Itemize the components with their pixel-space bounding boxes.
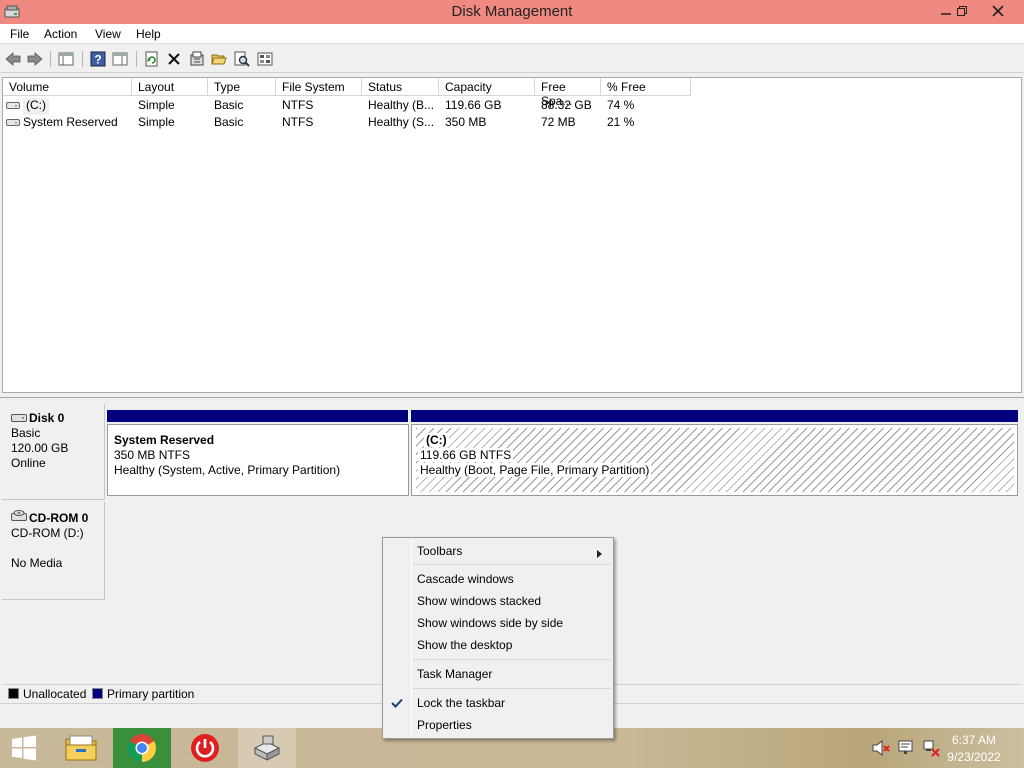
column-header-percent-free[interactable]: % Free [601,78,691,96]
menu-item-cascade-windows[interactable]: Cascade windows [385,568,611,590]
cdrom-0-drive: CD-ROM (D:) [11,526,84,540]
volume-capacity: 350 MB [445,115,487,129]
table-row[interactable]: System Reserved Simple Basic NTFS Health… [3,114,1021,131]
submenu-arrow-icon [597,547,602,561]
volume-capacity: 119.66 GB [445,98,502,112]
clock-time[interactable]: 6:37 AM [940,733,1008,747]
delete-icon[interactable] [164,49,184,69]
open-icon[interactable] [209,49,229,69]
volume-file-system: NTFS [282,98,314,112]
volume-name: System Reserved [23,115,118,129]
clock-date[interactable]: 9/23/2022 [940,750,1008,764]
menu-action[interactable]: Action [44,27,77,41]
partition-c[interactable]: (C:) 119.66 GB NTFS Healthy (Boot, Page … [411,424,1018,496]
file-explorer-icon[interactable] [52,728,110,768]
export-icon[interactable] [255,49,275,69]
menu-view[interactable]: View [95,27,121,41]
toolbar: ? [0,45,1024,73]
volume-percent-free: 74 % [607,98,635,112]
volume-type: Basic [214,98,244,112]
menu-item-task-manager[interactable]: Task Manager [385,663,611,685]
partition-system-reserved[interactable]: System Reserved 350 MB NTFS Healthy (Sys… [107,424,409,496]
column-header-volume[interactable]: Volume [3,78,132,96]
taskbar-context-menu: Toolbars Cascade windows Show windows st… [382,537,614,739]
column-header-free-space[interactable]: Free Spa... [535,78,601,108]
refresh-icon[interactable] [142,49,162,69]
disk-management-icon[interactable] [238,728,296,768]
partition-bar-system-reserved [107,410,408,422]
restore-button[interactable] [946,0,978,22]
volume-layout: Simple [138,98,175,112]
volume-free-space: 88.32 GB [541,98,592,112]
menu-item-lock-the-taskbar[interactable]: Lock the taskbar [385,692,611,714]
disk-0-name: Disk 0 [29,411,65,425]
volume-name: (C:) [23,98,49,115]
network-disconnected-icon[interactable] [922,739,940,760]
menu-file[interactable]: File [10,27,29,41]
column-header-layout[interactable]: Layout [132,78,208,96]
volume-file-system: NTFS [282,115,314,129]
column-header-status[interactable]: Status [362,78,439,96]
window-title: Disk Management [451,3,573,20]
legend-swatch-unallocated [8,688,19,699]
forward-icon[interactable] [25,49,45,69]
table-row[interactable]: (C:) Simple Basic NTFS Healthy (B... 119… [3,97,1021,115]
close-button[interactable] [982,0,1014,22]
column-header-file-system[interactable]: File System [276,78,362,96]
search-icon[interactable] [232,49,252,69]
back-icon[interactable] [3,49,23,69]
cdrom-0-name: CD-ROM 0 [29,511,89,525]
properties-icon[interactable] [187,49,207,69]
title-bar: Disk Management [0,0,1024,24]
cdrom-0-label[interactable]: CD-ROM 0 CD-ROM (D:) No Media [2,502,105,600]
legend-unallocated: Unallocated [23,687,87,701]
power-icon[interactable] [176,728,234,768]
partition-status: Healthy (System, Active, Primary Partiti… [114,463,341,477]
chrome-icon[interactable] [113,728,171,768]
disk-icon [11,412,27,426]
menu-help[interactable]: Help [136,27,161,41]
action-center-icon[interactable] [898,740,916,759]
menu-item-properties[interactable]: Properties [385,714,611,736]
menu-item-show-windows-side-by-side[interactable]: Show windows side by side [385,612,611,634]
disk-0-label[interactable]: Disk 0 Basic 120.00 GB Online [2,404,105,500]
column-header-type[interactable]: Type [208,78,276,96]
help-icon[interactable]: ? [88,49,108,69]
menu-item-show-windows-stacked[interactable]: Show windows stacked [385,590,611,612]
svg-text:?: ? [94,53,101,67]
disk-0-type: Basic [11,426,41,440]
cdrom-icon [11,509,27,525]
volume-free-space: 72 MB [541,115,576,129]
partition-bar-c [411,410,1018,422]
volume-layout: Simple [138,115,175,129]
start-button[interactable] [0,728,48,768]
volume-drive-icon [6,99,20,113]
console-tree-icon[interactable] [56,49,76,69]
column-header-capacity[interactable]: Capacity [439,78,535,96]
menu-item-toolbars[interactable]: Toolbars [385,540,611,562]
volume-list[interactable]: Volume Layout Type File System Status Ca… [2,77,1022,393]
volume-percent-free: 21 % [607,115,635,129]
volume-status: Healthy (B... [368,98,435,112]
disk-0-size: 120.00 GB [11,441,69,455]
menu-item-show-the-desktop[interactable]: Show the desktop [385,634,611,656]
properties-view-icon[interactable] [110,49,130,69]
partition-name: System Reserved [114,433,215,447]
checkmark-icon [391,697,403,711]
partition-size: 350 MB NTFS [114,448,191,462]
volume-drive-icon [6,116,20,130]
legend-swatch-primary [92,688,103,699]
cdrom-0-media: No Media [11,556,63,570]
volume-muted-icon[interactable] [872,739,890,759]
volume-status: Healthy (S... [368,115,435,129]
partition-status: Healthy (Boot, Page File, Primary Partit… [418,463,652,477]
disk-0-state: Online [11,456,46,470]
partition-name: (C:) [424,433,449,447]
volume-type: Basic [214,115,244,129]
menu-bar: File Action View Help [0,24,1024,44]
partition-size: 119.66 GB NTFS [418,448,514,462]
legend-primary: Primary partition [107,687,195,701]
